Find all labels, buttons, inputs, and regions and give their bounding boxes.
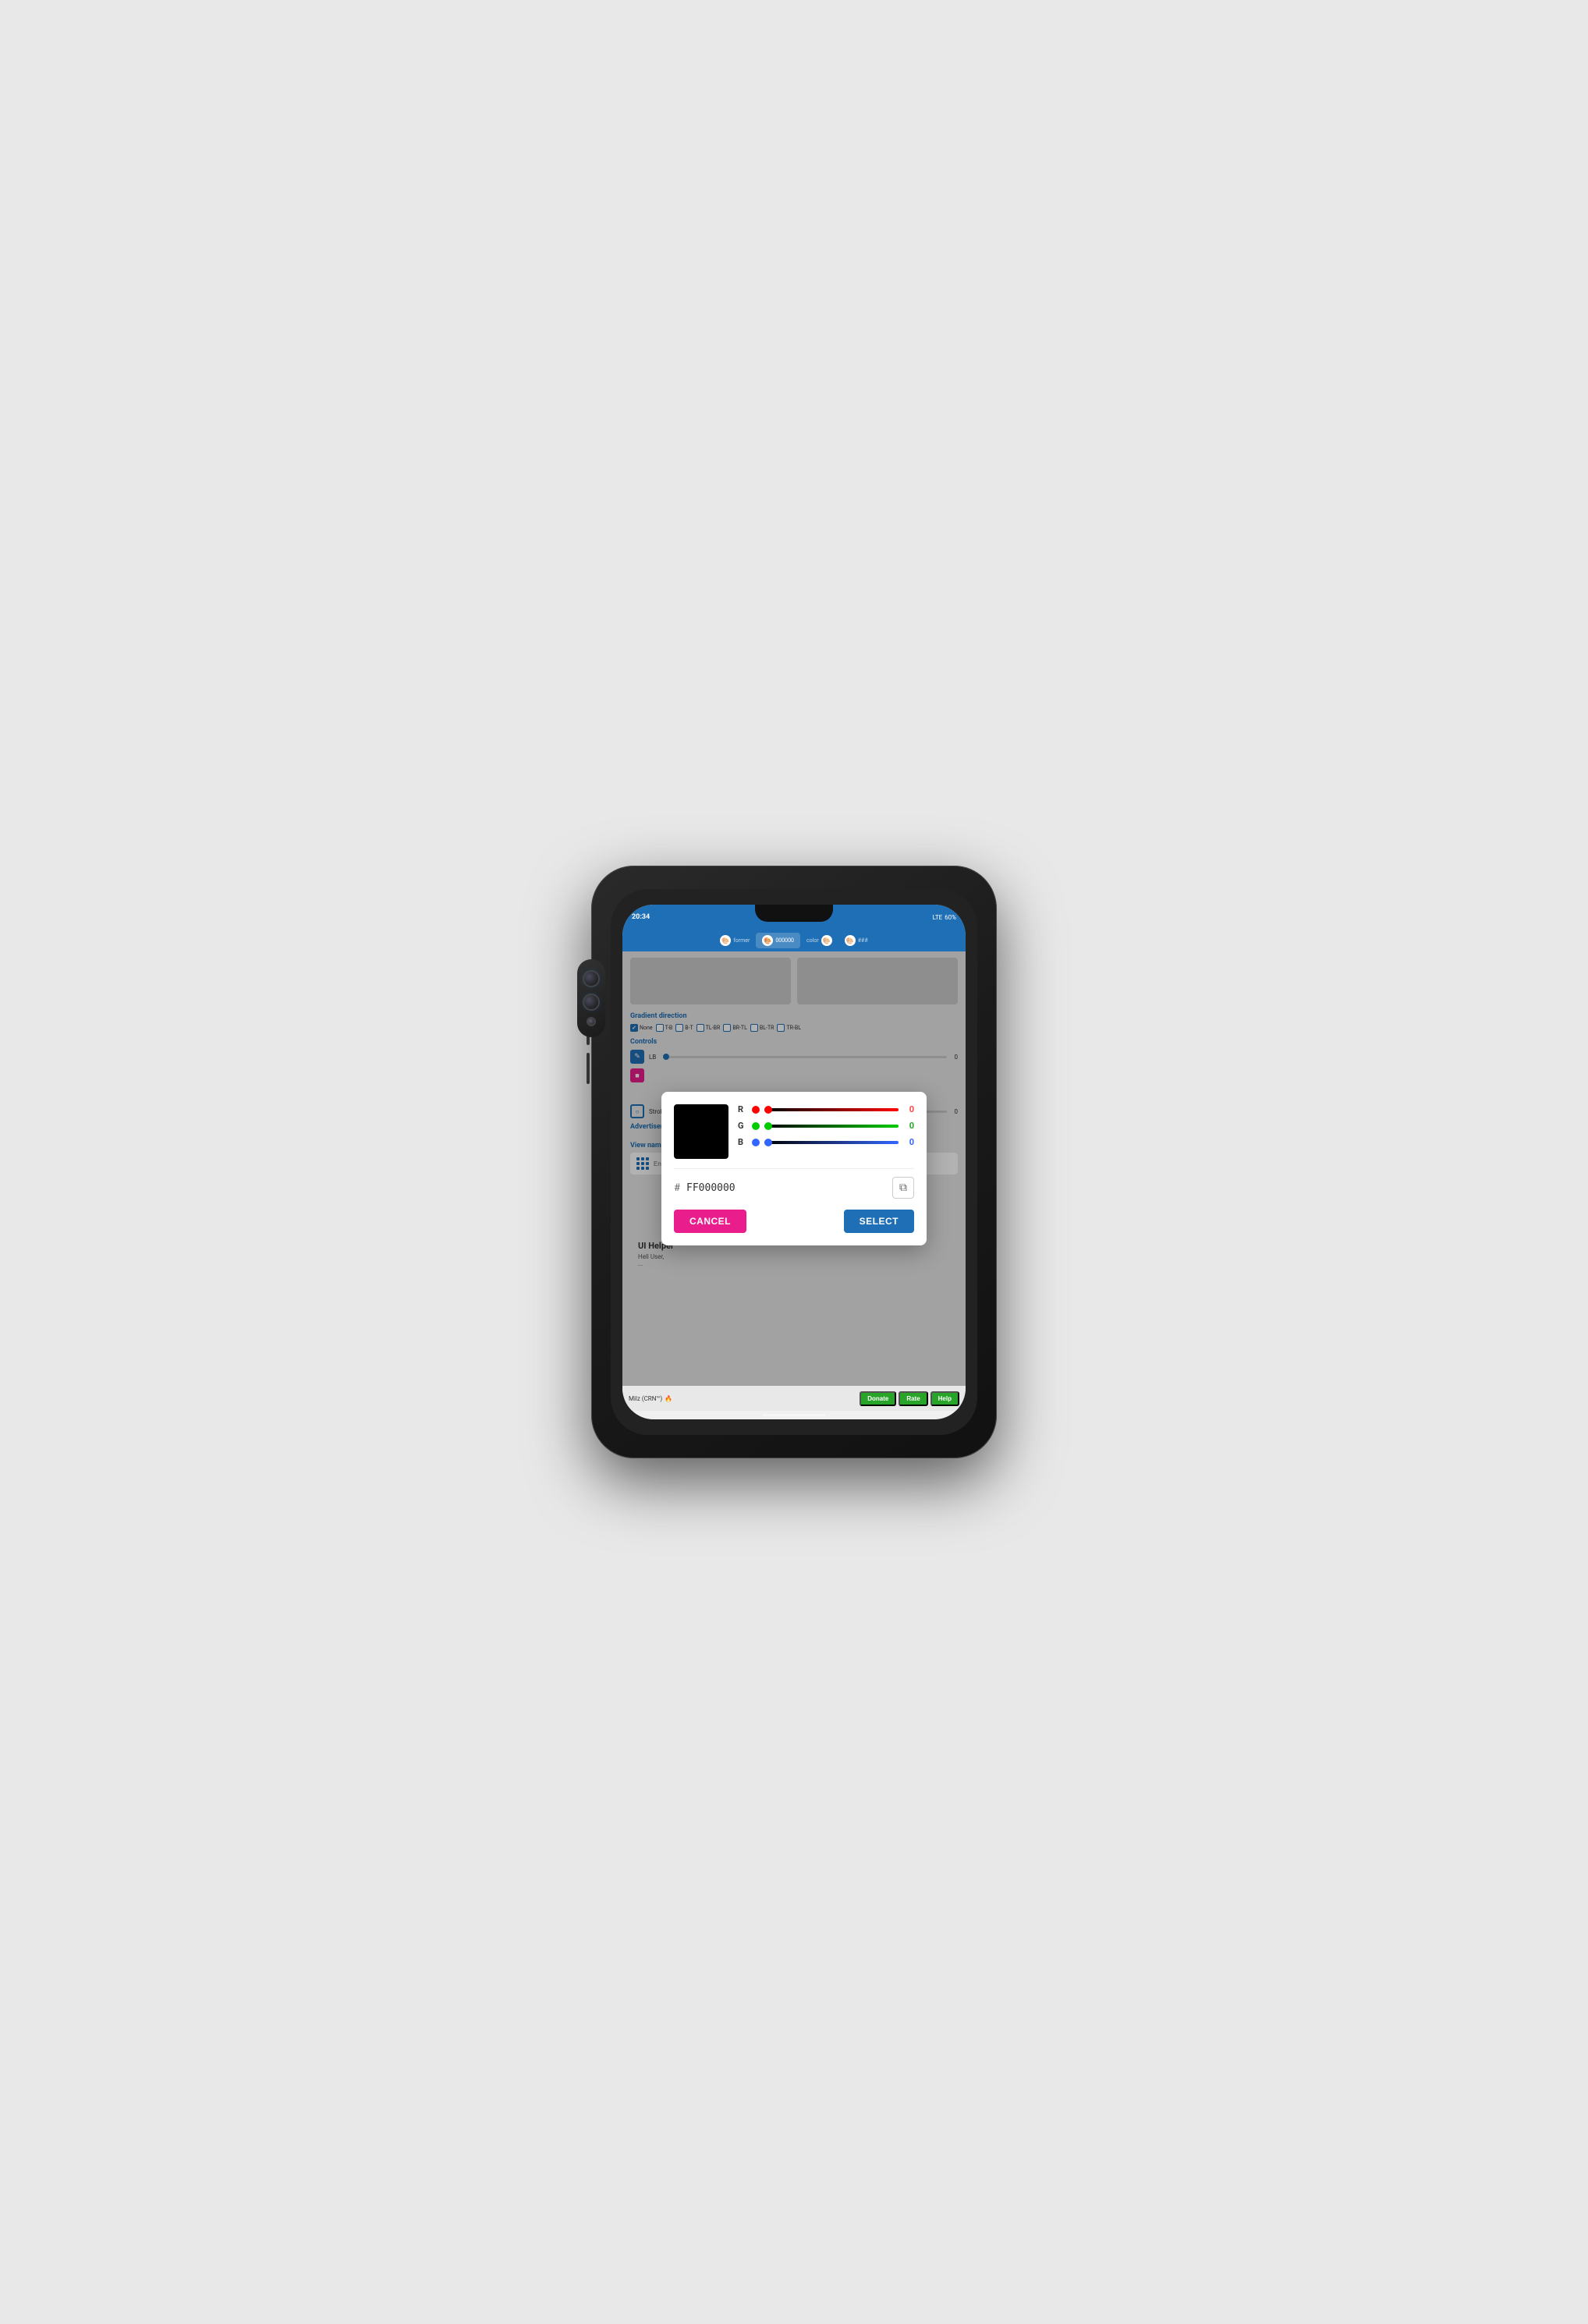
tab-extra-icon: 🎨 [845,935,856,946]
help-button[interactable]: Help [930,1391,959,1406]
rgb-sliders: R 0 G [738,1104,914,1159]
screen: 20:34 LTE 60% 🎨 former 🎨 000000 color [622,905,966,1419]
b-value: 0 [903,1137,914,1147]
g-label: G [738,1121,747,1131]
phone-device: 20:34 LTE 60% 🎨 former 🎨 000000 color [591,866,997,1458]
g-slider-thumb[interactable] [764,1122,772,1130]
home-indicator [763,1414,825,1416]
phone-inner: 20:34 LTE 60% 🎨 former 🎨 000000 color [611,889,977,1435]
content-area[interactable]: Gradient direction ✓ None T-B [622,951,966,1386]
camera-module [577,959,605,1037]
camera-lens-secondary [583,994,600,1011]
r-label: R [738,1104,747,1114]
tab-former-icon: 🎨 [720,935,731,946]
volume-down-button[interactable] [587,1053,590,1084]
camera-lens-small [587,1017,596,1026]
r-slider-thumb[interactable] [764,1106,772,1114]
color-picker-dialog: R 0 G [661,1092,927,1245]
status-bar: 20:34 LTE 60% [622,905,966,930]
tab-color-label: 000000 [775,937,794,944]
status-right: LTE 60% [933,914,956,921]
tab-extra-label: ### [858,937,868,944]
select-button[interactable]: SELECT [844,1210,914,1233]
dialog-buttons: CANCEL SELECT [674,1210,914,1233]
b-label: B [738,1137,747,1147]
cancel-button[interactable]: CANCEL [674,1210,746,1233]
g-dot [752,1122,760,1130]
status-network: LTE [933,914,943,921]
red-slider-row: R 0 [738,1104,914,1114]
status-time: 20:34 [632,913,650,921]
tab-color2-label: color [806,937,819,944]
app-header: 🎨 former 🎨 000000 color 🎨 🎨 ### [622,930,966,951]
status-battery: 60% [945,914,956,921]
g-slider-track[interactable] [764,1125,899,1128]
fire-emoji: 🔥 [665,1395,672,1402]
hex-row: # ⧉ [674,1168,914,1199]
b-slider-track[interactable] [764,1141,899,1144]
r-slider-track[interactable] [764,1108,899,1111]
donate-button[interactable]: Donate [860,1391,896,1406]
tab-former-label: former [733,937,750,944]
green-slider-row: G 0 [738,1121,914,1131]
color-preview-swatch [674,1104,728,1159]
action-buttons: Donate Rate Help [860,1391,959,1406]
tab-color-icon: 🎨 [762,935,773,946]
tab-color2-icon: 🎨 [821,935,832,946]
tab-color-active[interactable]: 🎨 000000 [756,933,800,948]
color-dialog-body: R 0 G [674,1104,914,1159]
blue-slider-row: B 0 [738,1137,914,1147]
tab-extra[interactable]: 🎨 ### [838,933,874,948]
g-value: 0 [903,1121,914,1131]
notch [755,905,833,922]
author-name: Milz (CRN™) [629,1395,662,1402]
b-dot [752,1139,760,1146]
dialog-overlay[interactable]: R 0 G [622,951,966,1386]
copy-button[interactable]: ⧉ [892,1177,914,1199]
tab-color2[interactable]: color 🎨 [800,933,838,948]
rate-button[interactable]: Rate [899,1391,927,1406]
r-dot [752,1106,760,1114]
r-value: 0 [903,1104,914,1114]
hex-input[interactable] [686,1182,886,1194]
tab-former[interactable]: 🎨 former [714,933,756,948]
camera-lens-main [583,970,600,987]
b-slider-thumb[interactable] [764,1139,772,1146]
bottom-bar: Milz (CRN™) 🔥 Donate Rate Help [622,1386,966,1411]
author-info: Milz (CRN™) 🔥 [629,1395,672,1402]
hash-symbol: # [674,1182,680,1194]
